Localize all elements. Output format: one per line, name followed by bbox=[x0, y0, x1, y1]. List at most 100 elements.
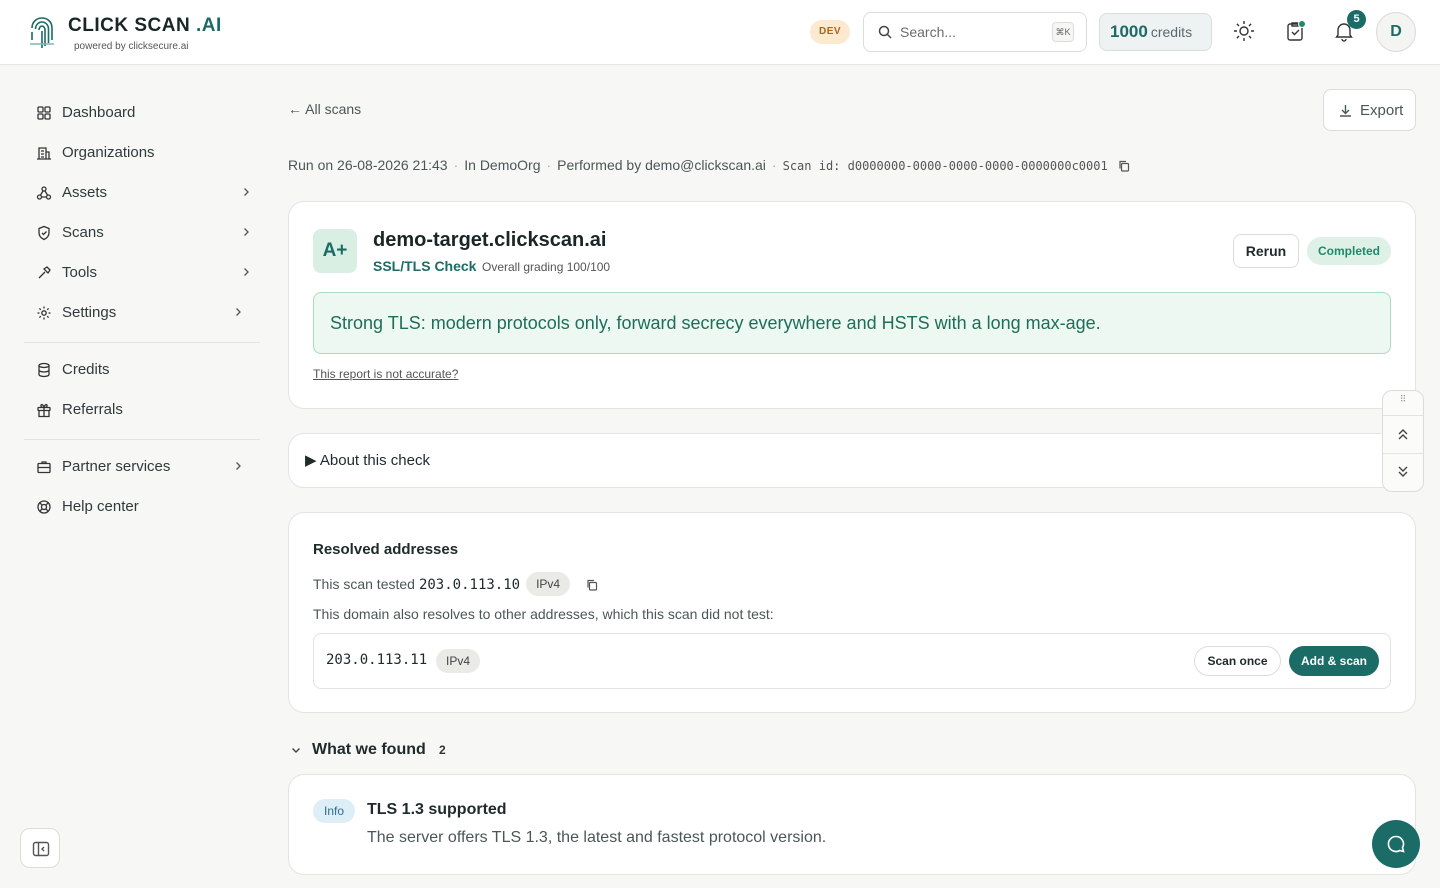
chevron-right-icon bbox=[236, 462, 241, 470]
sidebar-item-label: Scans bbox=[62, 224, 104, 241]
findings-count: 2 bbox=[439, 743, 446, 757]
scan-once-button[interactable]: Scan once bbox=[1194, 646, 1281, 676]
shield-icon bbox=[38, 225, 50, 241]
resolved-title: Resolved addresses bbox=[313, 541, 459, 558]
back-to-scans-link[interactable]: ← All scans bbox=[288, 101, 361, 117]
scan-meta: Run on 26-08-2026 21:43 · In DemoOrg · Perfo… bbox=[288, 157, 1130, 173]
gear-icon bbox=[37, 306, 51, 320]
sidebar-item-label: Assets bbox=[62, 184, 108, 201]
chevron-down-icon bbox=[292, 748, 300, 753]
search-icon bbox=[878, 25, 892, 39]
notifications-count-badge: 5 bbox=[1347, 10, 1366, 29]
result-card: A+ demo-target.clickscan.ai SSL/TLS Chec… bbox=[288, 201, 1416, 409]
sidebar: Dashboard Organizations Assets Scans Too… bbox=[0, 65, 272, 888]
user-avatar[interactable]: D bbox=[1376, 12, 1416, 52]
export-button[interactable]: Export bbox=[1323, 89, 1416, 131]
about-check-summary[interactable]: ▶ About this check bbox=[305, 451, 430, 469]
meta-separator: · bbox=[771, 157, 777, 173]
scroll-top-button[interactable] bbox=[1383, 415, 1423, 451]
briefcase-icon bbox=[37, 461, 51, 474]
search-shortcut: ⌘K bbox=[1052, 22, 1074, 42]
check-name: SSL/TLS Check bbox=[373, 258, 477, 274]
sidebar-divider bbox=[24, 439, 260, 440]
overall-grading: Overall grading 100/100 bbox=[482, 260, 611, 274]
chat-button[interactable] bbox=[1372, 820, 1420, 868]
sidebar-item-label: Credits bbox=[62, 361, 110, 378]
sidebar-item-referrals[interactable]: Referrals bbox=[24, 392, 260, 428]
brand-name: CLICK SCAN .AI bbox=[68, 15, 222, 36]
sidebar-item-help-center[interactable]: Help center bbox=[24, 489, 260, 525]
ip-type-chip: IPv4 bbox=[526, 572, 571, 596]
other-ip: 203.0.113.11 bbox=[326, 652, 428, 668]
scroll-control: ⠿ bbox=[1382, 390, 1424, 492]
finding-description: The server offers TLS 1.3, the latest an… bbox=[367, 829, 827, 846]
tasks-indicator-dot bbox=[1298, 20, 1306, 28]
sidebar-toggle-icon bbox=[32, 841, 50, 857]
meta-separator: · bbox=[453, 157, 459, 173]
result-summary: Strong TLS: modern protocols only, forwa… bbox=[313, 292, 1391, 354]
sidebar-item-assets[interactable]: Assets bbox=[24, 175, 260, 211]
sidebar-item-label: Dashboard bbox=[62, 104, 136, 121]
other-address-row: 203.0.113.11 IPv4 Scan once Add & scan bbox=[313, 633, 1391, 689]
fingerprint-logo-icon bbox=[30, 17, 54, 48]
chat-bubble-icon bbox=[1387, 835, 1405, 853]
ip-type-chip: IPv4 bbox=[436, 649, 481, 673]
chevrons-down-icon bbox=[1398, 466, 1408, 477]
network-icon bbox=[36, 186, 52, 200]
chevron-right-icon bbox=[244, 188, 249, 196]
tested-address: This scan tested 203.0.113.10 IPv4 bbox=[313, 572, 598, 596]
top-header: CLICK SCAN .AI powered by clicksecure.ai… bbox=[0, 0, 1440, 65]
grid-icon bbox=[37, 106, 51, 120]
building-icon bbox=[37, 147, 51, 160]
finding-title: TLS 1.3 supported bbox=[367, 801, 507, 818]
run-date: Run on 26-08-2026 21:43 bbox=[288, 157, 448, 173]
sidebar-divider bbox=[24, 342, 260, 343]
sidebar-item-scans[interactable]: Scans bbox=[24, 215, 260, 251]
grade-badge: A+ bbox=[313, 229, 357, 273]
export-label: Export bbox=[1360, 102, 1404, 119]
sidebar-item-partner-services[interactable]: Partner services bbox=[24, 449, 260, 485]
drag-handle-icon[interactable]: ⠿ bbox=[1383, 395, 1423, 404]
status-badge: Completed bbox=[1307, 237, 1391, 265]
sidebar-item-label: Partner services bbox=[62, 458, 171, 475]
sun-icon[interactable] bbox=[1233, 20, 1255, 42]
sidebar-item-dashboard[interactable]: Dashboard bbox=[24, 95, 260, 131]
brand-tagline: powered by clicksecure.ai bbox=[74, 41, 189, 52]
findings-title: What we found bbox=[312, 741, 426, 758]
search-input[interactable]: Search... ⌘K bbox=[863, 12, 1087, 52]
download-icon bbox=[1340, 105, 1351, 117]
lifebuoy-icon bbox=[37, 500, 51, 514]
chevron-right-icon bbox=[244, 268, 249, 276]
gift-icon bbox=[37, 403, 51, 418]
report-inaccurate-link[interactable]: This report is not accurate? bbox=[313, 367, 458, 381]
performed-by: Performed by demo@clickscan.ai bbox=[557, 157, 766, 173]
sidebar-item-settings[interactable]: Settings bbox=[24, 295, 260, 331]
finding-card[interactable]: Info TLS 1.3 supported The server offers… bbox=[288, 774, 1416, 875]
sidebar-item-label: Referrals bbox=[62, 401, 123, 418]
credits-label: credits bbox=[1150, 24, 1193, 40]
copy-icon[interactable] bbox=[586, 579, 598, 591]
meta-separator: · bbox=[546, 157, 552, 173]
arrow-left-icon: ← bbox=[288, 101, 302, 117]
copy-icon[interactable] bbox=[1118, 160, 1130, 172]
rerun-button[interactable]: Rerun bbox=[1233, 234, 1299, 268]
sidebar-item-credits[interactable]: Credits bbox=[24, 352, 260, 388]
credits-button[interactable]: 1000 credits bbox=[1099, 13, 1212, 51]
tested-ip: 203.0.113.10 bbox=[418, 577, 521, 593]
chevron-right-icon bbox=[236, 308, 241, 316]
sidebar-collapse-button[interactable] bbox=[20, 828, 60, 868]
target-host: demo-target.clickscan.ai bbox=[373, 229, 607, 251]
other-addresses-note: This domain also resolves to other addre… bbox=[313, 606, 774, 622]
sidebar-item-tools[interactable]: Tools bbox=[24, 255, 260, 291]
about-check-disclosure[interactable]: ▶ About this check bbox=[288, 433, 1416, 488]
scroll-bottom-button[interactable] bbox=[1383, 453, 1423, 489]
credits-value: 1000 bbox=[1110, 22, 1148, 41]
sidebar-item-label: Help center bbox=[62, 498, 139, 515]
scan-id: Scan id: d0000000-0000-0000-0000-0000000… bbox=[782, 159, 1108, 173]
sidebar-item-label: Organizations bbox=[62, 144, 155, 161]
add-and-scan-button[interactable]: Add & scan bbox=[1289, 646, 1379, 676]
database-icon bbox=[38, 362, 50, 378]
sidebar-item-organizations[interactable]: Organizations bbox=[24, 135, 260, 171]
chevron-right-icon bbox=[244, 228, 249, 236]
env-badge: DEV bbox=[810, 20, 850, 44]
